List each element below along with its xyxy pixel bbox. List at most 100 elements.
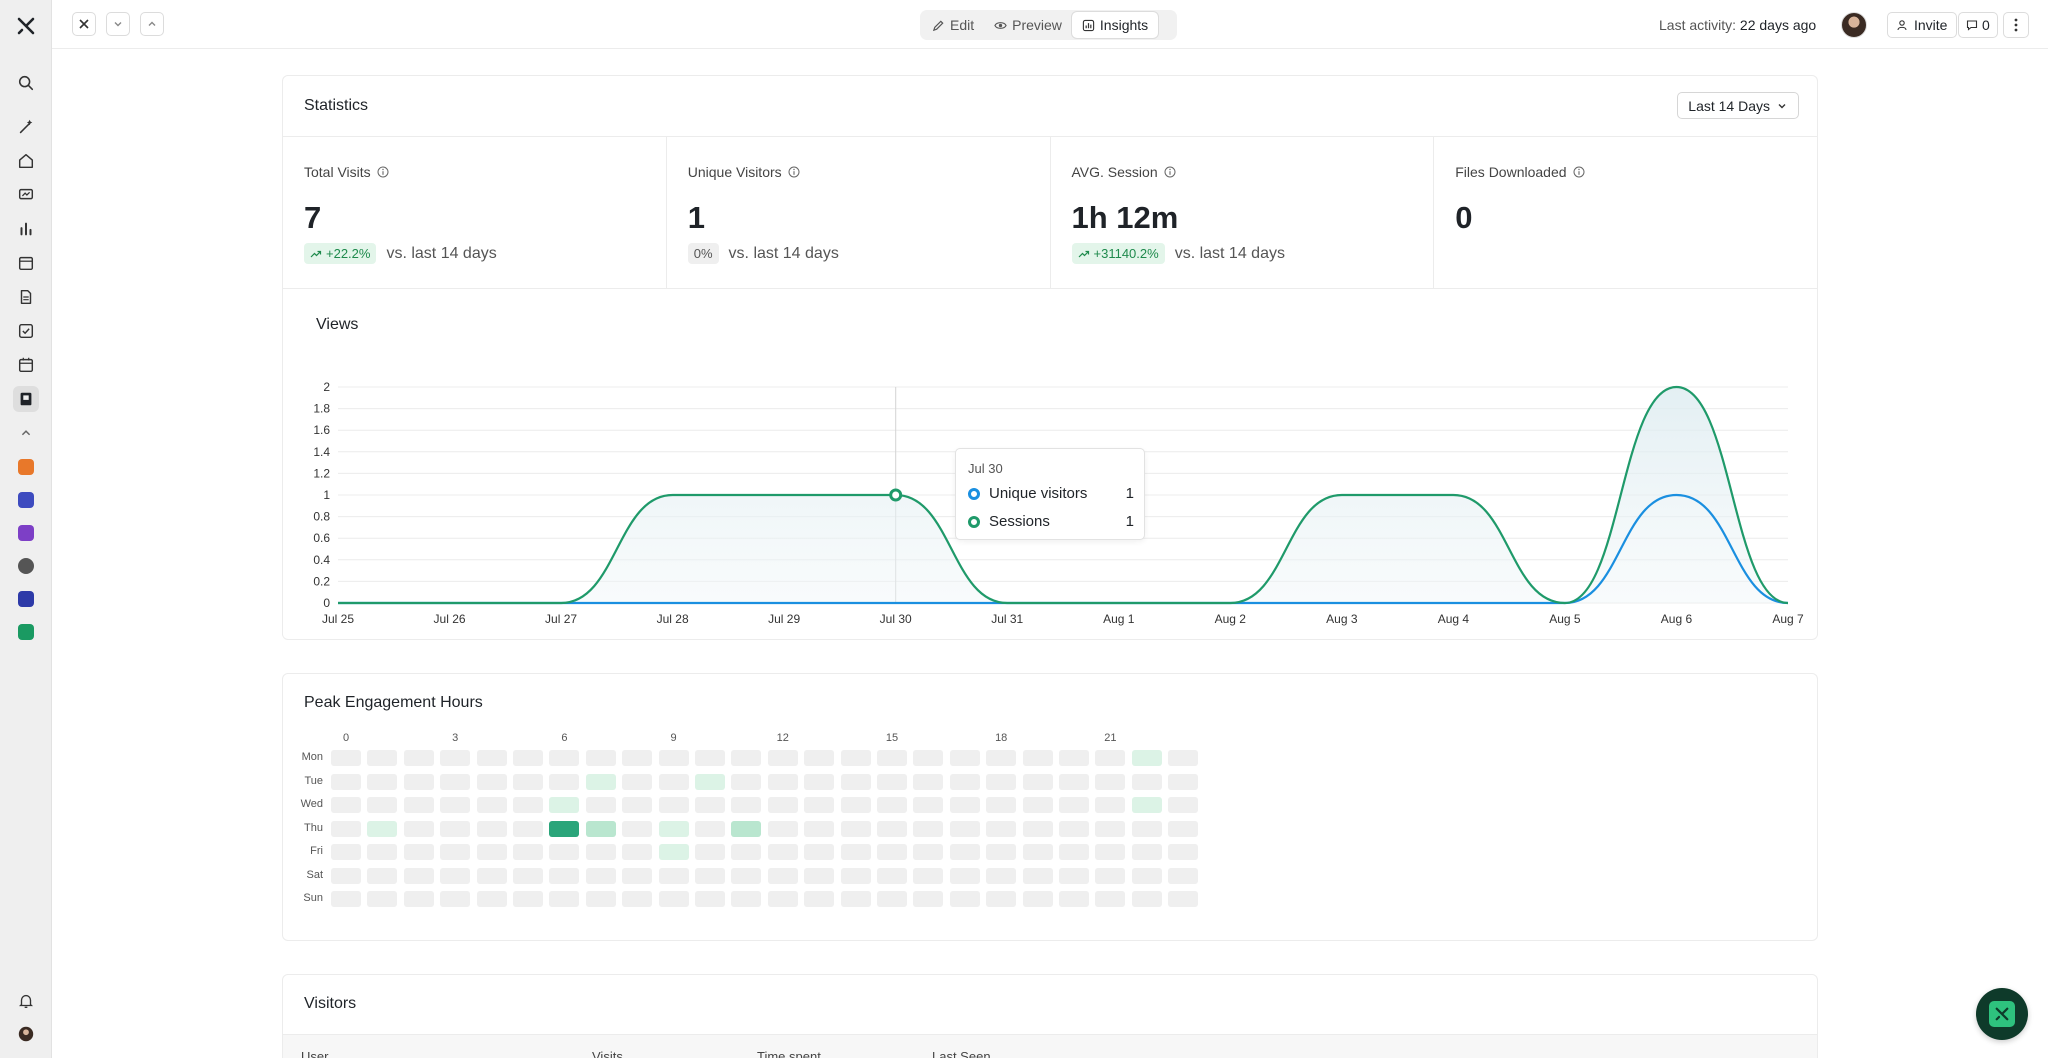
file-insights-icon[interactable] [13,386,39,412]
heatmap-cell[interactable] [986,797,1017,813]
heatmap-cell[interactable] [331,891,361,907]
heatmap-cell[interactable] [403,891,434,907]
heatmap-cell[interactable] [804,797,835,813]
app-shortcut-icon[interactable] [18,525,34,541]
heatmap-cell[interactable] [1059,820,1089,837]
app-logo-icon[interactable] [14,14,38,38]
heatmap-cell[interactable] [403,773,434,790]
heatmap-cell[interactable] [440,867,471,884]
heatmap-cell[interactable] [949,820,980,837]
heatmap-cell[interactable] [1131,773,1162,790]
heatmap-cell[interactable] [367,867,398,884]
heatmap-cell[interactable] [1095,773,1126,790]
heatmap-cell[interactable] [622,773,653,790]
heatmap-cell[interactable] [1131,797,1162,813]
heatmap-cell[interactable] [658,867,689,884]
heatmap-cell[interactable] [767,797,798,813]
heatmap-cell[interactable] [767,773,798,790]
heatmap-cell[interactable] [513,773,543,790]
heatmap-cell[interactable] [804,773,835,790]
tab-edit[interactable]: Edit [922,12,984,38]
heatmap-cell[interactable] [1168,891,1199,907]
heatmap-cell[interactable] [804,867,835,884]
heatmap-cell[interactable] [549,773,580,790]
heatmap-cell[interactable] [513,844,543,860]
heatmap-cell[interactable] [513,797,543,813]
heatmap-cell[interactable] [476,750,507,766]
heatmap-cell[interactable] [1059,773,1089,790]
heatmap-cell[interactable] [1168,797,1199,813]
heatmap-cell[interactable] [1059,750,1089,766]
heatmap-cell[interactable] [1059,867,1089,884]
column-header-visits[interactable]: Visits [592,1049,623,1058]
heatmap-cell[interactable] [1022,773,1053,790]
heatmap-cell[interactable] [331,820,361,837]
heatmap-cell[interactable] [1131,750,1162,766]
notification-bell-icon[interactable] [13,988,39,1014]
heatmap-cell[interactable] [840,773,871,790]
avatar[interactable] [1841,12,1867,38]
heatmap-cell[interactable] [476,797,507,813]
heatmap-cell[interactable] [767,820,798,837]
heatmap-cell[interactable] [695,773,725,790]
heatmap-cell[interactable] [658,773,689,790]
checkbox-icon[interactable] [13,318,39,344]
heatmap-cell[interactable] [949,891,980,907]
next-item-button[interactable] [106,12,130,36]
tab-preview[interactable]: Preview [984,12,1072,38]
heatmap-cell[interactable] [695,891,725,907]
heatmap-cell[interactable] [986,773,1017,790]
heatmap-cell[interactable] [986,820,1017,837]
info-icon[interactable] [1164,166,1176,178]
heatmap-cell[interactable] [695,797,725,813]
heatmap-cell[interactable] [1095,820,1126,837]
heatmap-cell[interactable] [731,867,762,884]
heatmap-cell[interactable] [1168,844,1199,860]
heatmap-cell[interactable] [1022,891,1053,907]
heatmap-cell[interactable] [331,797,361,813]
heatmap-cell[interactable] [1095,891,1126,907]
heatmap-cell[interactable] [804,820,835,837]
heatmap-cell[interactable] [1168,820,1199,837]
heatmap-cell[interactable] [476,867,507,884]
heatmap-cell[interactable] [1095,867,1126,884]
heatmap-cell[interactable] [367,797,398,813]
heatmap-cell[interactable] [949,773,980,790]
heatmap-cell[interactable] [1131,867,1162,884]
heatmap-cell[interactable] [403,844,434,860]
info-icon[interactable] [1573,166,1585,178]
heatmap-cell[interactable] [695,820,725,837]
heatmap-cell[interactable] [1168,750,1199,766]
previous-item-button[interactable] [140,12,164,36]
heatmap-cell[interactable] [877,773,907,790]
heatmap-cell[interactable] [1095,750,1126,766]
heatmap-cell[interactable] [440,750,471,766]
heatmap-cell[interactable] [949,844,980,860]
heatmap-cell[interactable] [1131,820,1162,837]
heatmap-cell[interactable] [585,844,616,860]
heatmap-cell[interactable] [731,773,762,790]
document-icon[interactable] [13,284,39,310]
heatmap-cell[interactable] [549,891,580,907]
heatmap-cell[interactable] [913,820,944,837]
heatmap-cell[interactable] [913,773,944,790]
heatmap-cell[interactable] [331,867,361,884]
heatmap-cell[interactable] [877,797,907,813]
heatmap-cell[interactable] [658,891,689,907]
heatmap-cell[interactable] [549,844,580,860]
close-button[interactable] [72,12,96,36]
heatmap-cell[interactable] [695,750,725,766]
app-shortcut-icon[interactable] [18,492,34,508]
heatmap-cell[interactable] [549,867,580,884]
heatmap-cell[interactable] [658,750,689,766]
heatmap-cell[interactable] [658,797,689,813]
heatmap-cell[interactable] [840,844,871,860]
heatmap-cell[interactable] [622,844,653,860]
heatmap-cell[interactable] [622,797,653,813]
heatmap-cell[interactable] [731,820,762,837]
heatmap-cell[interactable] [476,891,507,907]
heatmap-cell[interactable] [731,797,762,813]
heatmap-cell[interactable] [585,891,616,907]
heatmap-cell[interactable] [877,820,907,837]
heatmap-cell[interactable] [513,891,543,907]
